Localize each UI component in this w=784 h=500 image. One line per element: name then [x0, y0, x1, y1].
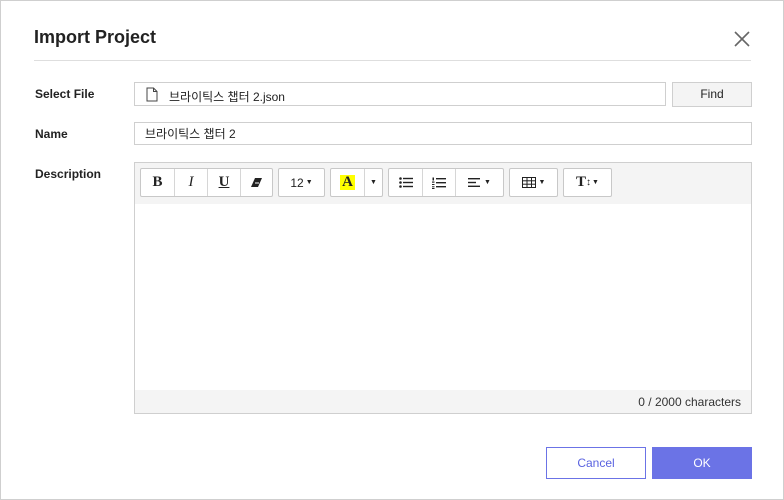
chevron-down-icon: ▼: [592, 179, 599, 186]
text-style-dropdown[interactable]: T ↕ ▼: [563, 168, 612, 197]
character-counter-bar: 0 / 2000 characters: [135, 390, 751, 413]
bullet-list-button[interactable]: [389, 169, 422, 196]
table-icon: [521, 177, 536, 188]
character-counter: 0 / 2000 characters: [638, 395, 741, 409]
underline-button[interactable]: U: [207, 169, 240, 196]
file-icon: [146, 87, 158, 102]
ok-button[interactable]: OK: [652, 447, 752, 479]
bullet-list-icon: [398, 177, 413, 188]
highlight-color-group: A ▼: [330, 168, 383, 197]
name-label: Name: [35, 127, 68, 141]
close-icon[interactable]: [731, 28, 753, 50]
selected-file-name: 브라이틱스 챕터 2.json: [169, 90, 285, 104]
import-project-dialog: Import Project Select File 브라이틱스 챕터 2.js…: [0, 0, 784, 500]
dialog-title: Import Project: [34, 27, 157, 47]
text-style-icon: T: [576, 174, 587, 190]
line-height-arrows-icon: ↕: [586, 177, 592, 188]
header-divider: [34, 60, 751, 61]
table-dropdown[interactable]: ▼: [509, 168, 558, 197]
bold-button[interactable]: B: [141, 169, 174, 196]
highlight-color-icon: A: [340, 174, 355, 190]
eraser-button[interactable]: [240, 169, 272, 196]
description-label: Description: [35, 167, 102, 181]
name-input[interactable]: [134, 122, 752, 145]
chevron-down-icon: ▼: [370, 179, 377, 186]
chevron-down-icon: ▼: [484, 179, 491, 186]
highlight-color-button[interactable]: A: [331, 169, 364, 196]
text-style-button: T ↕ ▼: [564, 169, 611, 196]
numbered-list-icon: [432, 177, 446, 189]
find-button[interactable]: Find: [672, 82, 752, 107]
italic-button[interactable]: I: [174, 169, 207, 196]
format-button-group: B I U: [140, 168, 273, 197]
select-file-label: Select File: [35, 87, 95, 101]
editor-toolbar: B I U 12 ▼ A ▼ ▼ ▼ T ↕ ▼: [135, 163, 751, 205]
description-editor: B I U 12 ▼ A ▼ ▼ ▼ T ↕ ▼ 0 / 2000 charac…: [134, 162, 752, 414]
align-dropdown[interactable]: ▼: [455, 169, 503, 196]
highlight-color-dropdown[interactable]: ▼: [364, 169, 382, 196]
numbered-list-button[interactable]: [422, 169, 455, 196]
description-text-area[interactable]: [135, 204, 751, 390]
paragraph-button-group: ▼: [388, 168, 504, 197]
eraser-icon: [251, 178, 262, 187]
cancel-button[interactable]: Cancel: [546, 447, 646, 479]
font-size-value: 12: [290, 175, 304, 190]
chevron-down-icon: ▼: [305, 179, 313, 186]
table-button: ▼: [510, 169, 557, 196]
align-left-icon: [468, 178, 481, 187]
chevron-down-icon: ▼: [538, 179, 546, 186]
selected-file-field[interactable]: 브라이틱스 챕터 2.json: [134, 82, 666, 106]
font-size-control: 12 ▼: [279, 169, 324, 196]
font-size-dropdown[interactable]: 12 ▼: [278, 168, 325, 197]
